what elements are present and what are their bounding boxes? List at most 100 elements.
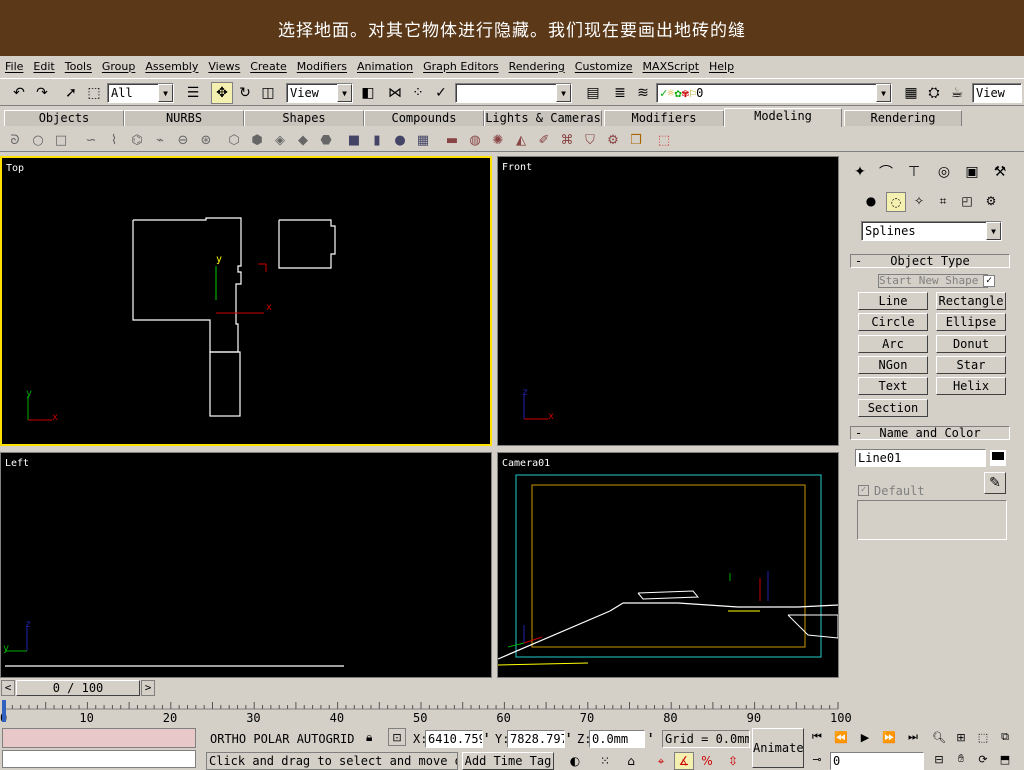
play-icon[interactable]: ▶ xyxy=(856,728,874,746)
menu-animation[interactable]: Animation xyxy=(352,60,418,73)
brush-icon[interactable]: ✐ xyxy=(535,131,553,149)
modifier-mesh-icon[interactable]: ⬡ xyxy=(225,131,243,149)
z-spinner-icon[interactable]: ⬍ xyxy=(648,731,653,741)
text-button[interactable]: Text xyxy=(858,377,928,396)
hierarchy-tab-icon[interactable]: ⊤ xyxy=(902,160,926,184)
goto-end-icon[interactable]: ⏭ xyxy=(904,728,922,746)
crossing-icon[interactable]: ⌂ xyxy=(622,752,640,770)
zoom-extents-all-icon[interactable]: ⧉ xyxy=(996,728,1014,746)
helpers-icon[interactable]: ◰ xyxy=(958,192,976,210)
redo-icon[interactable]: ↷ xyxy=(31,82,53,104)
cube-icon[interactable]: ❒ xyxy=(627,131,645,149)
shield-icon[interactable]: ⛉ xyxy=(581,131,599,149)
rectangle-tool-icon[interactable]: □ xyxy=(52,131,70,149)
viewport-front[interactable]: Front z x xyxy=(497,156,839,446)
select-by-name-icon[interactable]: ☰ xyxy=(182,82,204,104)
circle-button[interactable]: Circle xyxy=(858,313,928,332)
modifier-uvw-icon[interactable]: ⬣ xyxy=(317,131,335,149)
rotate-icon[interactable]: ↻ xyxy=(234,82,256,104)
menu-group[interactable]: Group xyxy=(97,60,141,73)
maxscript-listener[interactable] xyxy=(2,728,196,748)
menu-create[interactable]: Create xyxy=(245,60,292,73)
zoom-extents-icon[interactable]: ⬚ xyxy=(974,728,992,746)
time-slider[interactable]: < 0 / 100 > xyxy=(0,678,844,698)
cameras-icon[interactable]: ⌗ xyxy=(934,192,952,210)
object-name-field[interactable]: Line01 xyxy=(855,449,986,467)
shapes-icon[interactable]: ◌ xyxy=(886,192,906,212)
time-next-arrow-icon[interactable]: > xyxy=(141,680,155,696)
geometry-icon[interactable]: ● xyxy=(862,192,880,210)
selection-lock-icon[interactable]: ◐ xyxy=(566,752,584,770)
named-selection-dropdown[interactable]: ▼ xyxy=(455,83,572,103)
map-icon[interactable]: ◍ xyxy=(466,131,484,149)
angle-snap-icon[interactable]: ∡ xyxy=(674,752,694,770)
object-type-rollout-header[interactable]: - Object Type xyxy=(850,254,1010,268)
create-tab-icon[interactable]: ✦ xyxy=(848,160,872,184)
maximize-viewport-icon[interactable]: ⬒ xyxy=(996,750,1014,768)
current-time-marker[interactable] xyxy=(2,700,6,722)
region-select-icon[interactable]: ⬚ xyxy=(83,82,105,104)
zoom-icon[interactable]: 🔍︎ xyxy=(930,728,948,746)
render-view-dropdown[interactable]: View xyxy=(972,83,1022,103)
undo-icon[interactable]: ↶ xyxy=(8,82,30,104)
tab-modeling[interactable]: Modeling xyxy=(724,108,842,127)
motion-tab-icon[interactable]: ◎ xyxy=(932,160,956,184)
object-color-swatch[interactable] xyxy=(990,450,1006,466)
array-icon[interactable]: ⁘ xyxy=(407,82,429,104)
viewport-camera[interactable]: Camera01 xyxy=(497,452,839,678)
modifier-smooth-icon[interactable]: ⬢ xyxy=(248,131,266,149)
tab-rendering[interactable]: Rendering xyxy=(844,110,962,126)
modifier-twist-icon[interactable]: ⌇ xyxy=(105,131,123,149)
modifier-extrude-icon[interactable]: ⊛ xyxy=(197,131,215,149)
menu-customize[interactable]: Customize xyxy=(570,60,638,73)
maxscript-input[interactable] xyxy=(2,750,196,768)
utilities-tab-icon[interactable]: ⚒ xyxy=(988,160,1012,184)
frame-display[interactable]: 0 / 100 xyxy=(16,680,140,696)
quick-render-icon[interactable]: ☕ xyxy=(946,82,968,104)
menu-edit[interactable]: Edit xyxy=(28,60,59,73)
star-button[interactable]: Star xyxy=(936,355,1006,374)
animate-button[interactable]: Animate xyxy=(752,728,804,768)
reference-coord-dropdown[interactable]: View ▼ xyxy=(286,83,353,103)
x-coordinate-field[interactable]: 6410.759 xyxy=(425,730,483,748)
menu-graph-editors[interactable]: Graph Editors xyxy=(418,60,504,73)
tab-shapes[interactable]: Shapes xyxy=(244,110,364,126)
section-button[interactable]: Section xyxy=(858,398,928,417)
plane-primitive-icon[interactable]: ▦ xyxy=(414,131,432,149)
display-tab-icon[interactable]: ▣ xyxy=(960,160,984,184)
menu-views[interactable]: Views xyxy=(203,60,245,73)
menu-file[interactable]: File xyxy=(0,60,28,73)
x-spinner-icon[interactable]: ⬍ xyxy=(484,731,489,741)
track-bar[interactable]: 0102030405060708090100 xyxy=(0,698,852,725)
start-new-shape-checkbox[interactable]: ✓ xyxy=(983,275,995,287)
absolute-mode-icon[interactable]: ⊡ xyxy=(388,728,406,746)
snap-toggle-icon[interactable]: ⌖ xyxy=(652,752,670,770)
tab-modifiers[interactable]: Modifiers xyxy=(604,110,724,126)
shader-icon[interactable]: ✺ xyxy=(489,131,507,149)
circle-tool-icon[interactable]: ○ xyxy=(29,131,47,149)
prev-frame-icon[interactable]: ⏪ xyxy=(832,728,850,746)
ngon-button[interactable]: NGon xyxy=(858,355,928,374)
degradation-icon[interactable]: ⁙ xyxy=(596,752,614,770)
sphere-primitive-icon[interactable]: ● xyxy=(391,131,409,149)
goto-start-icon[interactable]: ⏮ xyxy=(808,728,826,746)
modifier-noise-icon[interactable]: ⌁ xyxy=(151,131,169,149)
line-button[interactable]: Line xyxy=(858,292,928,310)
mirror-icon[interactable]: ⋈ xyxy=(384,82,406,104)
key-mode-icon[interactable]: ⊸ xyxy=(808,750,826,768)
schematic-icon[interactable]: ▤ xyxy=(582,82,604,104)
material-icon[interactable]: ▬ xyxy=(443,131,461,149)
default-checkbox[interactable]: ✓ xyxy=(858,485,869,496)
cylinder-primitive-icon[interactable]: ▮ xyxy=(368,131,386,149)
menu-help[interactable]: Help xyxy=(704,60,739,73)
modify-tab-icon[interactable]: ⌒ xyxy=(874,160,898,184)
name-color-rollout-header[interactable]: - Name and Color xyxy=(850,426,1010,440)
donut-button[interactable]: Donut xyxy=(936,334,1006,353)
orbit-icon[interactable]: ⟳ xyxy=(974,750,992,768)
arc-button[interactable]: Arc xyxy=(858,334,928,353)
ellipse-button[interactable]: Ellipse xyxy=(936,313,1006,332)
viewport-top[interactable]: Top y x y x xyxy=(0,156,492,446)
lights-icon[interactable]: ✧ xyxy=(910,192,928,210)
systems-icon[interactable]: ⚙ xyxy=(982,192,1000,210)
y-spinner-icon[interactable]: ⬍ xyxy=(566,731,571,741)
